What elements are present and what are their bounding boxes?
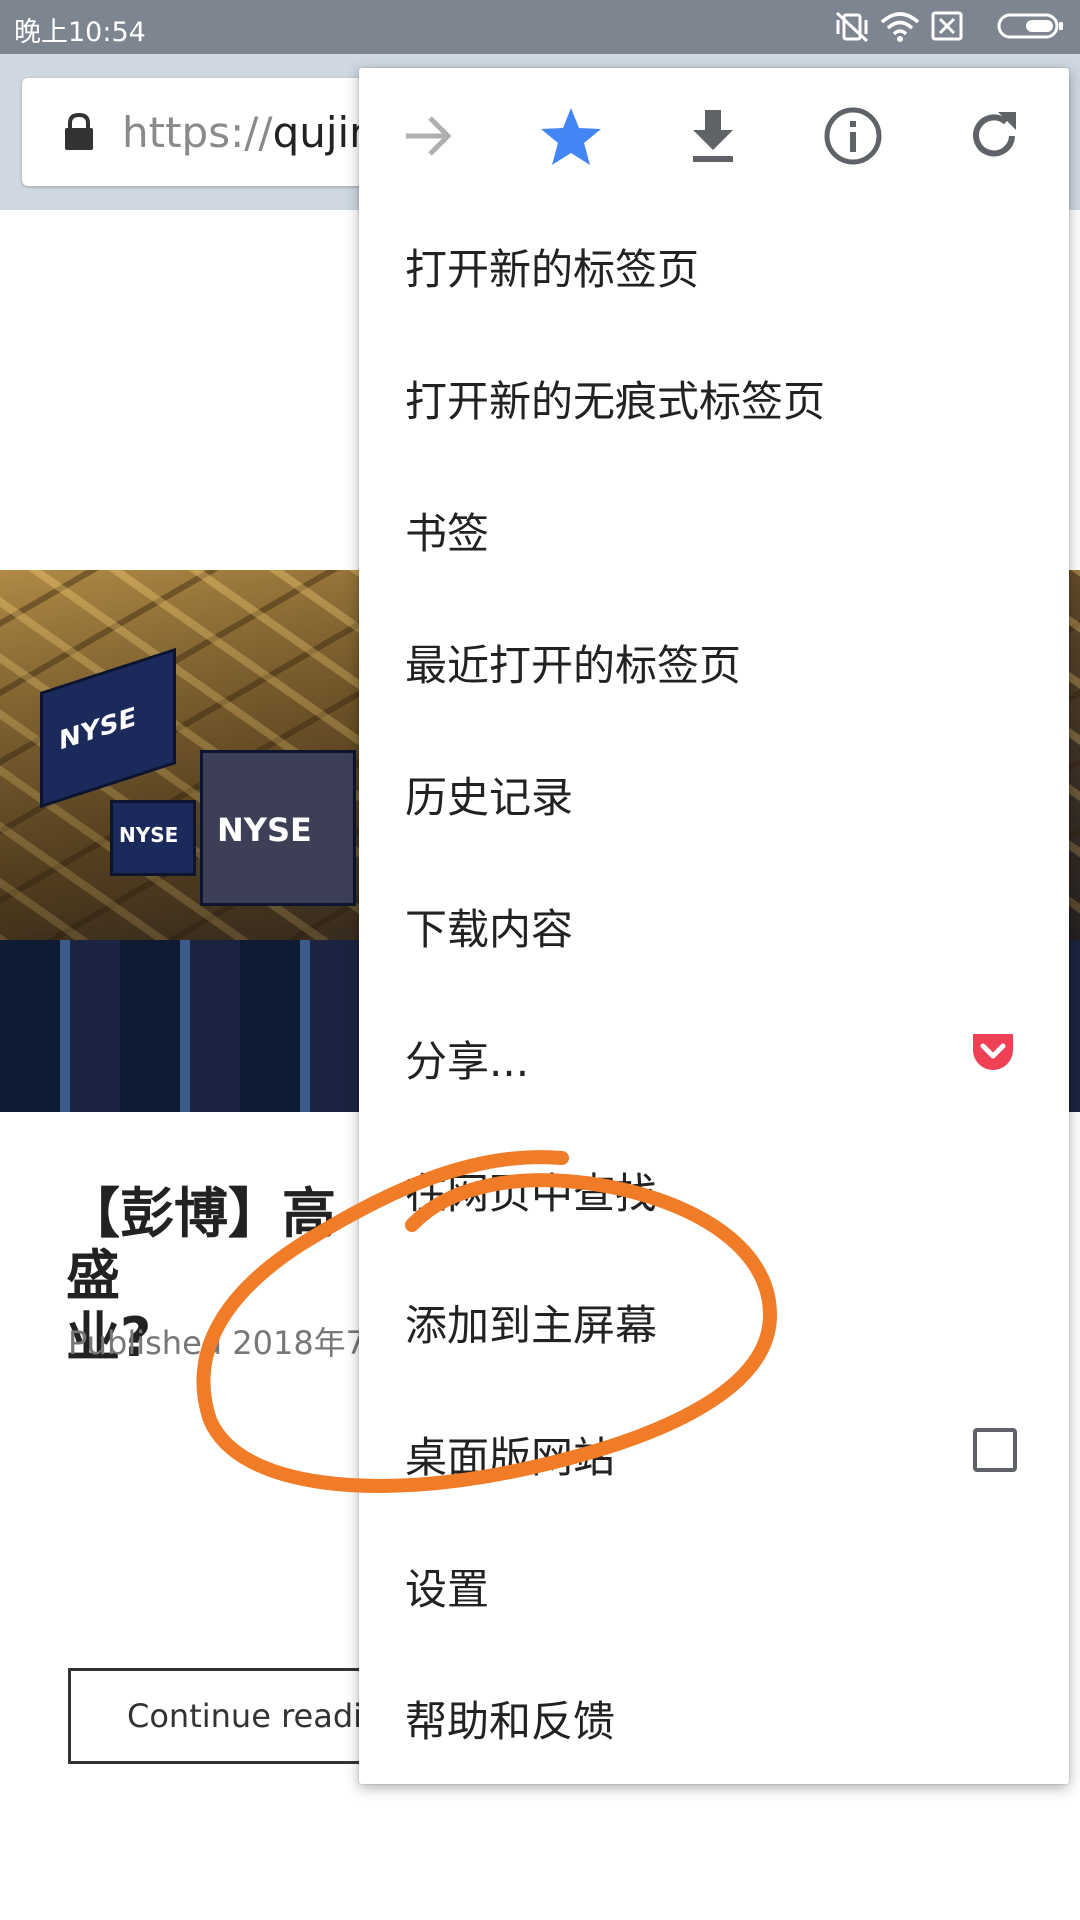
- menu-item-history[interactable]: 历史记录: [359, 726, 1069, 858]
- battery-icon: [997, 13, 1063, 39]
- menu-item-label: 在网页中查找: [405, 1169, 658, 1218]
- pocket-icon[interactable]: [969, 1030, 1017, 1074]
- menu-item-add-to-home-screen[interactable]: 添加到主屏幕: [359, 1254, 1069, 1386]
- menu-item-label: 桌面版网站: [405, 1433, 616, 1482]
- menu-item-new-incognito-tab[interactable]: 打开新的无痕式标签页: [359, 330, 1069, 462]
- lock-icon: [65, 112, 93, 150]
- menu-item-desktop-site[interactable]: 桌面版网站: [359, 1386, 1069, 1518]
- published-date: Published 2018年7: [68, 1324, 367, 1362]
- vibrate-off-icon: [835, 11, 869, 43]
- menu-item-label: 打开新的无痕式标签页: [405, 377, 826, 426]
- menu-item-label: 书签: [405, 509, 490, 558]
- forward-arrow-icon[interactable]: [396, 104, 460, 168]
- download-icon[interactable]: [681, 104, 745, 168]
- star-icon[interactable]: [539, 104, 603, 168]
- hero-sign: NYSE: [200, 750, 356, 906]
- menu-item-label: 下载内容: [405, 905, 574, 954]
- menu-item-find-in-page[interactable]: 在网页中查找: [359, 1122, 1069, 1254]
- menu-item-help-feedback[interactable]: 帮助和反馈: [359, 1650, 1069, 1782]
- menu-item-label: 历史记录: [405, 773, 574, 822]
- url-text: https://qujin: [122, 108, 376, 157]
- menu-item-label: 分享...: [405, 1037, 530, 1086]
- menu-top-icons: [359, 68, 1069, 198]
- status-time: 晚上10:54: [14, 17, 146, 48]
- menu-item-settings[interactable]: 设置: [359, 1518, 1069, 1650]
- menu-item-label: 打开新的标签页: [405, 245, 700, 294]
- menu-item-recent-tabs[interactable]: 最近打开的标签页: [359, 594, 1069, 726]
- menu-item-label: 最近打开的标签页: [405, 641, 742, 690]
- sim-off-icon: [931, 11, 963, 41]
- overflow-menu: 打开新的标签页 打开新的无痕式标签页 书签 最近打开的标签页 历史记录 下载内容…: [359, 68, 1069, 1784]
- menu-item-label: 帮助和反馈: [405, 1697, 616, 1746]
- status-bar: 晚上10:54: [0, 0, 1080, 54]
- menu-item-share[interactable]: 分享...: [359, 990, 1069, 1122]
- refresh-icon[interactable]: [962, 104, 1026, 168]
- hero-sign: NYSE: [110, 800, 196, 876]
- menu-item-new-tab[interactable]: 打开新的标签页: [359, 198, 1069, 330]
- menu-item-bookmarks[interactable]: 书签: [359, 462, 1069, 594]
- info-icon[interactable]: [821, 104, 885, 168]
- menu-item-label: 添加到主屏幕: [405, 1301, 658, 1350]
- menu-item-downloads[interactable]: 下载内容: [359, 858, 1069, 990]
- menu-item-label: 设置: [405, 1565, 490, 1614]
- wifi-icon: [880, 12, 920, 42]
- desktop-site-checkbox[interactable]: [973, 1428, 1017, 1472]
- hero-sign: NYSE: [40, 647, 176, 809]
